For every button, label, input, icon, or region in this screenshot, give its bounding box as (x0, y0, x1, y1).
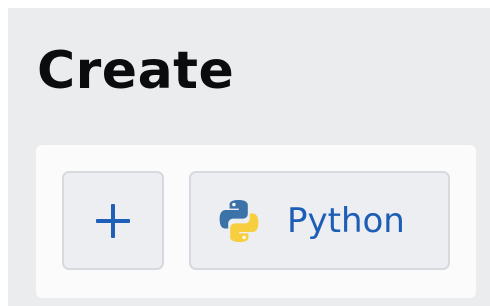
add-button[interactable] (62, 171, 164, 270)
python-button[interactable]: Python (189, 171, 450, 270)
plus-icon (96, 203, 130, 238)
section-title: Create (37, 41, 235, 101)
create-panel: Create Python (8, 8, 490, 306)
python-logo-icon (219, 199, 259, 242)
create-options-card: Python (36, 145, 476, 298)
python-button-label: Python (287, 200, 405, 241)
